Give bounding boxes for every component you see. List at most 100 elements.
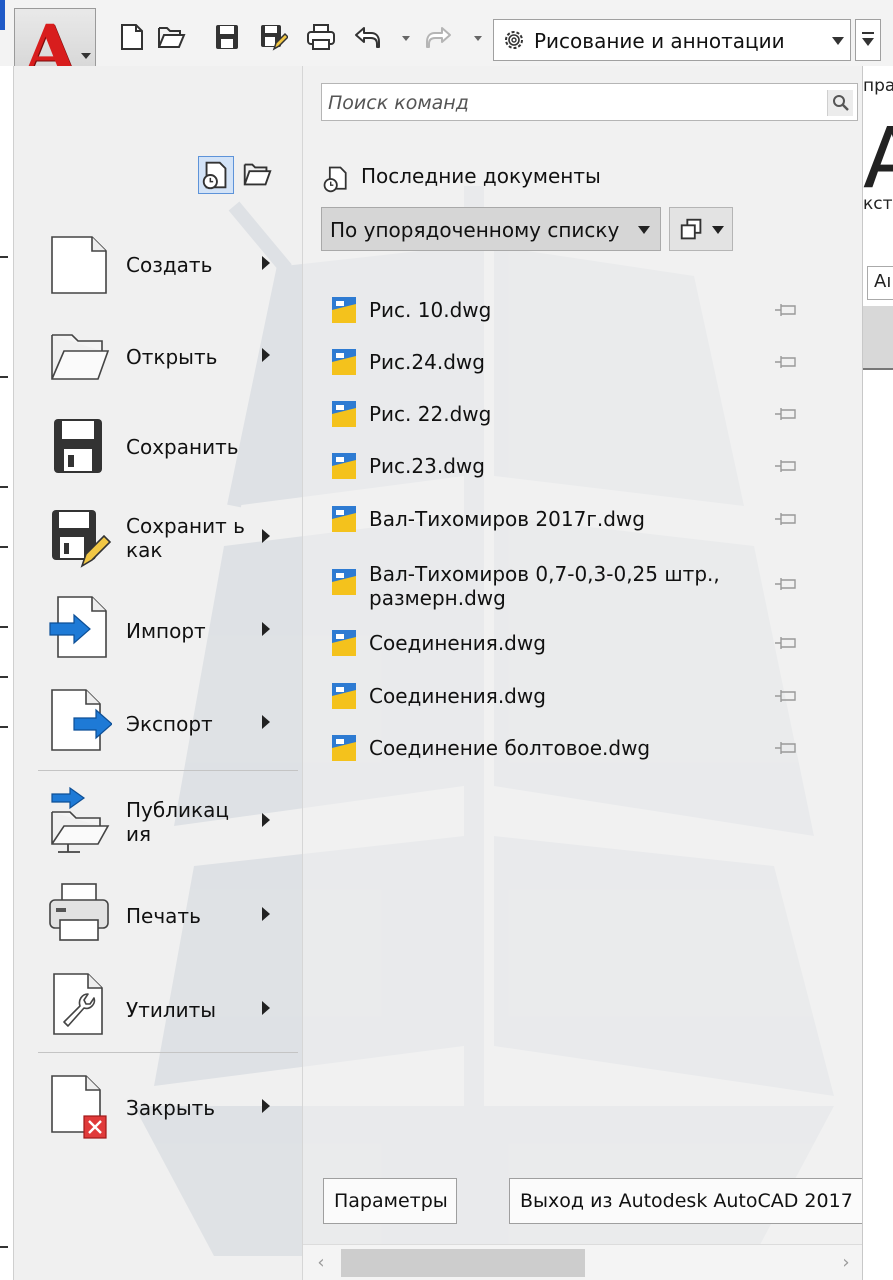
background-panel xyxy=(863,306,893,370)
edge-tick xyxy=(0,676,8,678)
document-name[interactable]: Соединения.dwg xyxy=(369,631,739,655)
pin-icon[interactable] xyxy=(773,633,799,653)
pin-icon[interactable] xyxy=(773,509,799,529)
submenu-arrow-icon xyxy=(262,907,270,921)
background-small-text: кст xyxy=(863,194,893,214)
open-folder-icon[interactable] xyxy=(156,22,186,52)
undo-dropdown-icon[interactable] xyxy=(402,36,410,41)
search-input[interactable]: Поиск команд xyxy=(328,92,469,114)
document-name[interactable]: Рис. 22.dwg xyxy=(369,402,739,426)
close-command[interactable]: Закрыть xyxy=(48,1072,288,1142)
print-icon[interactable] xyxy=(306,22,336,52)
recent-documents-toggle[interactable] xyxy=(198,156,234,194)
search-button[interactable] xyxy=(827,90,853,116)
publish-command[interactable]: Публикац ия xyxy=(48,786,288,856)
save-icon[interactable] xyxy=(212,22,242,52)
sort-order-dropdown[interactable]: По упорядоченному списку xyxy=(321,207,661,251)
workspace-dropdown[interactable]: Рисование и аннотации xyxy=(493,19,851,61)
import-label: Импорт xyxy=(126,619,206,643)
background-control: Аı xyxy=(867,266,893,300)
pin-icon[interactable] xyxy=(773,352,799,372)
document-name[interactable]: Рис.23.dwg xyxy=(369,454,739,478)
scroll-right-icon[interactable]: › xyxy=(836,1253,856,1273)
chevron-down-icon xyxy=(638,226,650,234)
submenu-arrow-icon xyxy=(262,1099,270,1113)
dwg-file-icon xyxy=(332,401,356,427)
chevron-down-icon xyxy=(712,226,724,234)
dwg-file-icon xyxy=(332,569,356,595)
submenu-arrow-icon xyxy=(262,348,270,362)
import-icon xyxy=(49,596,107,658)
export-command[interactable]: Экспорт xyxy=(48,686,288,756)
scrollbar-thumb[interactable] xyxy=(341,1249,585,1277)
utilities-label: Утилиты xyxy=(126,998,217,1022)
pin-icon[interactable] xyxy=(773,404,799,424)
scroll-left-icon[interactable]: ‹ xyxy=(311,1253,331,1273)
document-name[interactable]: Вал-Тихомиров 0,7-0,3-0,25 штр., размерн… xyxy=(369,562,739,610)
submenu-arrow-icon xyxy=(262,813,270,827)
edge-tick xyxy=(0,726,8,728)
search-commands[interactable]: Поиск команд xyxy=(321,83,858,121)
publish-label: Публикац ия xyxy=(126,798,229,846)
chevron-down-icon xyxy=(81,53,91,59)
open-documents-toggle[interactable] xyxy=(240,156,276,194)
dwg-file-icon xyxy=(332,506,356,532)
close-label: Закрыть xyxy=(126,1096,216,1120)
create-command[interactable]: Создать xyxy=(48,231,288,301)
pin-icon[interactable] xyxy=(773,738,799,758)
exit-autocad-button[interactable]: Выход из Autodesk AutoCAD 2017 xyxy=(509,1178,862,1224)
horizontal-scrollbar[interactable]: ‹ › xyxy=(303,1244,862,1280)
dwg-file-icon xyxy=(332,735,356,761)
redo-dropdown-icon[interactable] xyxy=(474,36,482,41)
customize-qat-button[interactable] xyxy=(855,19,881,61)
submenu-arrow-icon xyxy=(262,256,270,270)
save-as-label: Сохранит ь как xyxy=(126,514,245,562)
pin-icon[interactable] xyxy=(773,300,799,320)
display-mode-dropdown[interactable] xyxy=(669,207,733,251)
save-as-icon xyxy=(52,510,112,568)
redo-icon[interactable] xyxy=(424,22,454,52)
save-label: Сохранить xyxy=(126,435,239,459)
document-name[interactable]: Вал-Тихомиров 2017г.dwg xyxy=(369,507,739,531)
background-tab-text: пра xyxy=(863,76,893,96)
recent-documents-icon xyxy=(202,161,227,190)
new-file-icon[interactable] xyxy=(117,22,147,52)
document-name[interactable]: Рис.24.dwg xyxy=(369,350,739,374)
drawing-area-left-edge xyxy=(0,66,14,1280)
submenu-arrow-icon xyxy=(262,1001,270,1015)
edge-tick xyxy=(0,626,8,628)
search-icon xyxy=(833,95,849,111)
save-as-command[interactable]: Сохранит ь как xyxy=(48,502,288,572)
menu-commands-pane: Создать Открыть Сохранить Сохранит ь как… xyxy=(14,66,302,1280)
utilities-command[interactable]: Утилиты xyxy=(48,970,288,1040)
edge-tick xyxy=(0,486,8,488)
pin-icon[interactable] xyxy=(773,686,799,706)
document-name[interactable]: Рис. 10.dwg xyxy=(369,298,739,322)
open-command[interactable]: Открыть xyxy=(48,321,288,391)
create-label: Создать xyxy=(126,253,213,277)
save-command[interactable]: Сохранить xyxy=(48,411,288,481)
pin-icon[interactable] xyxy=(773,456,799,476)
edge-tick xyxy=(0,546,8,548)
display-icons-icon xyxy=(680,218,702,240)
chevron-down-icon xyxy=(832,37,844,45)
open-documents-icon xyxy=(243,163,272,186)
edge-tick xyxy=(0,1246,8,1248)
document-name[interactable]: Соединение болтовое.dwg xyxy=(369,736,739,760)
print-icon xyxy=(49,883,109,941)
customize-bar-icon xyxy=(862,32,874,34)
chevron-down-icon xyxy=(862,38,874,46)
dwg-file-icon xyxy=(332,630,356,656)
undo-icon[interactable] xyxy=(352,22,382,52)
options-button[interactable]: Параметры xyxy=(323,1178,457,1224)
export-icon xyxy=(51,689,112,751)
document-name[interactable]: Соединения.dwg xyxy=(369,684,739,708)
submenu-arrow-icon xyxy=(262,622,270,636)
open-label: Открыть xyxy=(126,345,218,369)
pin-icon[interactable] xyxy=(773,574,799,594)
save-as-icon[interactable] xyxy=(258,22,288,52)
import-command[interactable]: Импорт xyxy=(48,593,288,663)
print-command[interactable]: Печать xyxy=(48,878,288,948)
background-big-letter: А xyxy=(863,109,893,207)
edge-tick xyxy=(0,256,8,258)
